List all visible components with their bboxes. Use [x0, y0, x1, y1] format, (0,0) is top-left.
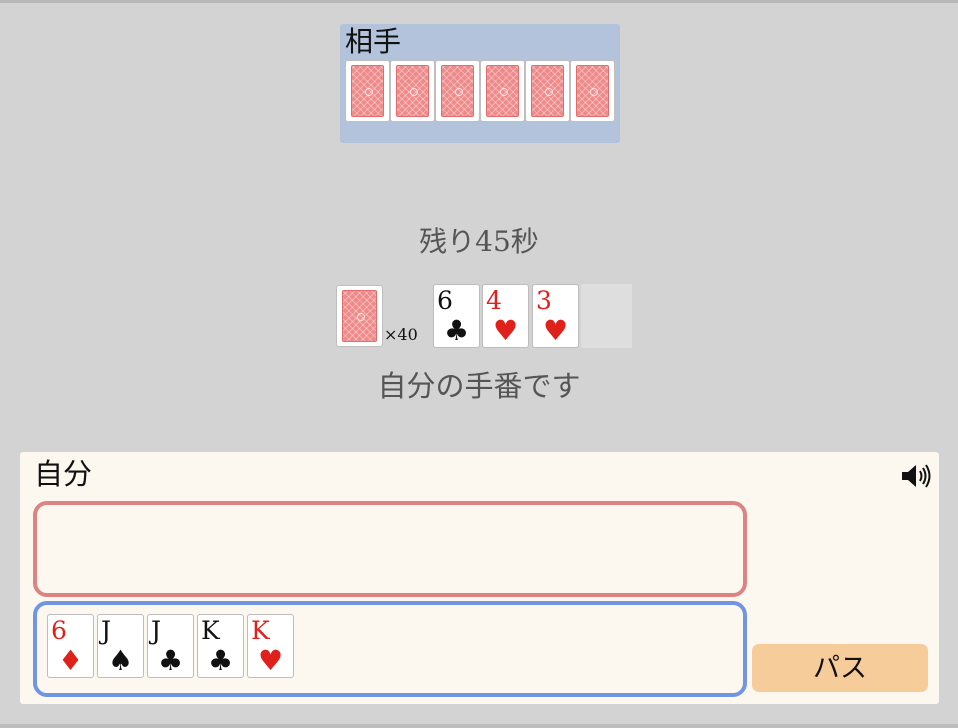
- opponent-card-back: [525, 60, 570, 122]
- hand-card[interactable]: J ♠: [97, 614, 144, 678]
- field-card: 4 ♥: [482, 284, 529, 348]
- card-rank: K: [251, 616, 270, 645]
- spade-icon: ♠: [107, 644, 134, 677]
- opponent-label: 相手: [345, 25, 402, 58]
- diamond-icon: ♦: [57, 644, 84, 677]
- club-icon: ♣: [443, 314, 470, 347]
- hand-card[interactable]: K ♥: [247, 614, 294, 678]
- card-rank: 6: [51, 616, 67, 645]
- heart-icon: ♥: [257, 644, 284, 677]
- speaker-icon[interactable]: [900, 462, 932, 490]
- field-empty-slot: [581, 284, 632, 348]
- player-area: 自分 6 ♦ J ♠ J ♣ K ♣ K ♥ パス: [20, 452, 939, 704]
- deck-count: ×40: [384, 325, 418, 344]
- player-label: 自分: [34, 457, 93, 491]
- card-rank: 3: [536, 286, 552, 315]
- card-rank: J: [101, 616, 112, 645]
- field-card: 3 ♥: [532, 284, 579, 348]
- heart-icon: ♥: [542, 314, 569, 347]
- opponent-card-back: [480, 60, 525, 122]
- club-icon: ♣: [207, 644, 234, 677]
- opponent-card-back: [345, 60, 390, 122]
- player-hand: 6 ♦ J ♠ J ♣ K ♣ K ♥: [33, 601, 747, 697]
- opponent-card-back: [570, 60, 615, 122]
- hand-card[interactable]: 6 ♦: [47, 614, 94, 678]
- opponent-area: 相手: [340, 24, 620, 143]
- card-rank: K: [201, 616, 220, 645]
- draw-deck[interactable]: [336, 285, 383, 347]
- time-remaining: 残り45秒: [419, 225, 539, 258]
- card-rank: 6: [437, 286, 453, 315]
- club-icon: ♣: [157, 644, 184, 677]
- opponent-card-back: [390, 60, 435, 122]
- heart-icon: ♥: [492, 314, 519, 347]
- pass-button[interactable]: パス: [752, 644, 928, 692]
- top-border: [0, 0, 958, 3]
- turn-status: 自分の手番です: [377, 369, 581, 403]
- play-zone[interactable]: [33, 501, 747, 597]
- hand-card[interactable]: K ♣: [197, 614, 244, 678]
- card-rank: J: [151, 616, 162, 645]
- bottom-border: [0, 724, 958, 728]
- field-card: 6 ♣: [433, 284, 480, 348]
- hand-card[interactable]: J ♣: [147, 614, 194, 678]
- card-rank: 4: [486, 286, 502, 315]
- opponent-card-back: [435, 60, 480, 122]
